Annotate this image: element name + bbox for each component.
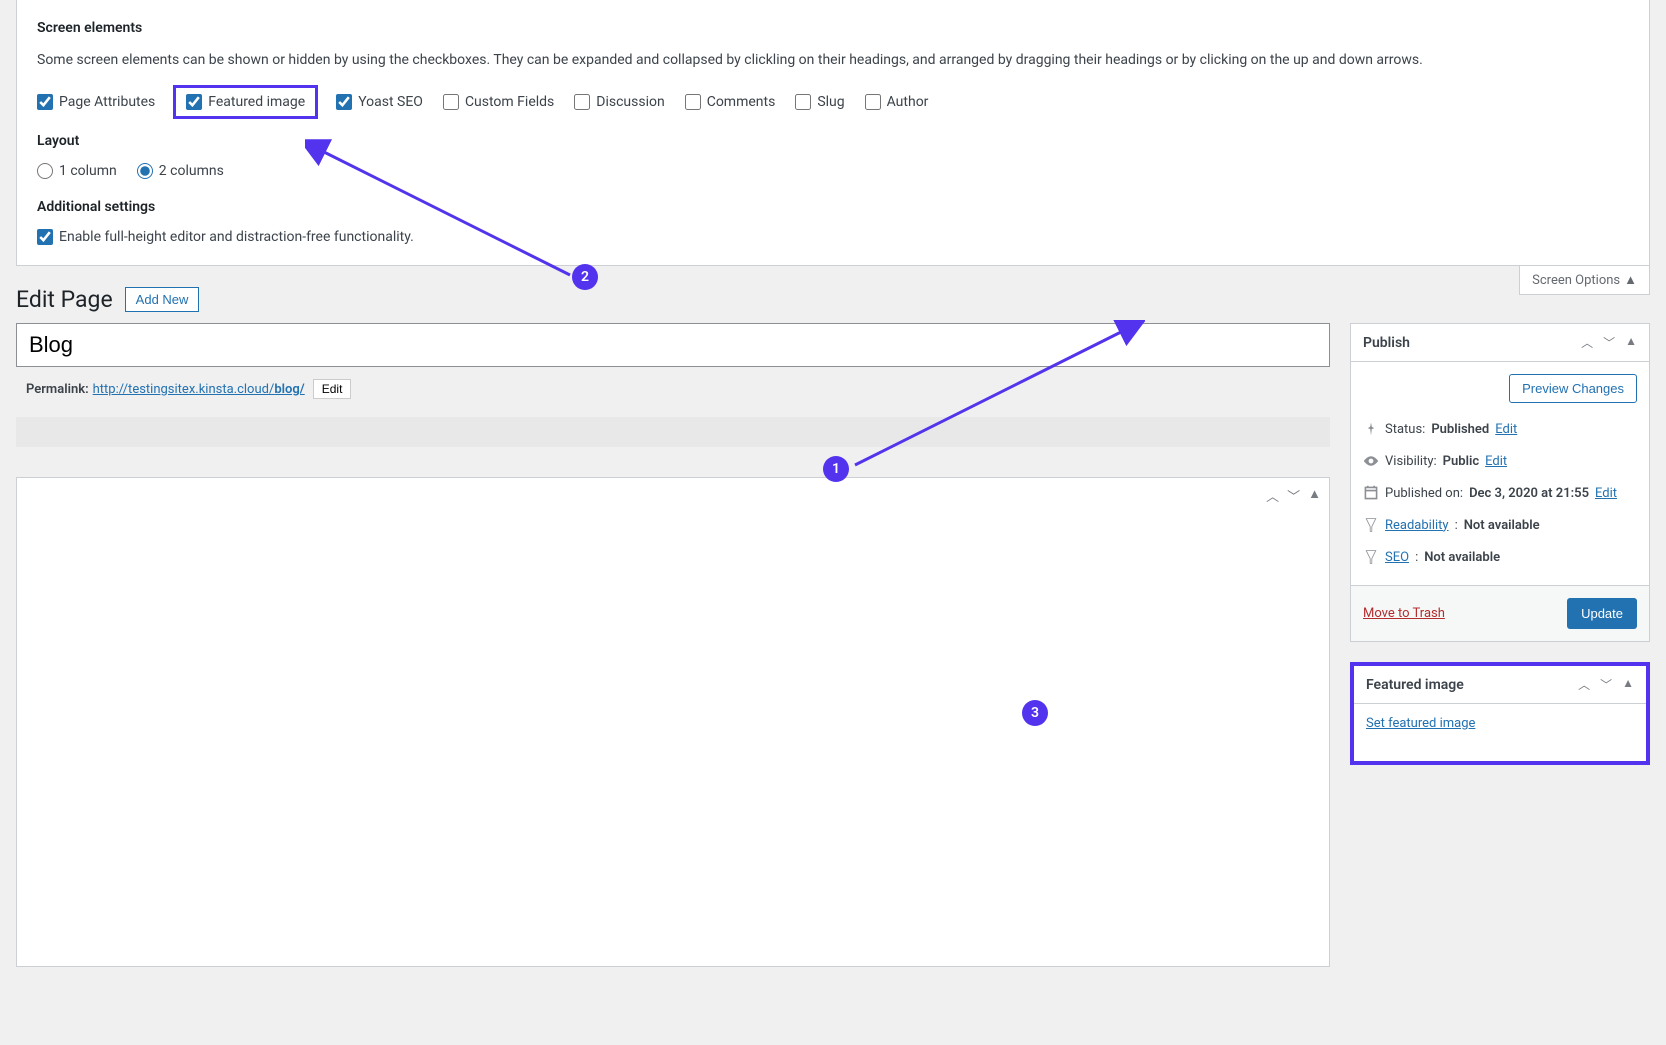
chevron-up-icon[interactable]: ︿	[1266, 486, 1279, 505]
checkbox-comments[interactable]: Comments	[685, 91, 776, 113]
main-layout: Permalink: http://testingsitex.kinsta.cl…	[16, 323, 1650, 967]
edit-visibility-link[interactable]: Edit	[1485, 454, 1507, 469]
additional-heading: Additional settings	[37, 199, 1629, 215]
screen-elements-description: Some screen elements can be shown or hid…	[37, 50, 1629, 71]
checkbox-page-attributes-input[interactable]	[37, 94, 53, 110]
caret-up-icon[interactable]: ▲	[1622, 676, 1634, 693]
visibility-row: Visibility: Public Edit	[1363, 445, 1637, 477]
publish-title: Publish	[1363, 335, 1410, 351]
publish-actions: Move to Trash Update	[1351, 585, 1649, 641]
radio-2-columns-input[interactable]	[137, 163, 153, 179]
chevron-up-icon[interactable]: ︿	[1581, 334, 1593, 351]
radio-1-column[interactable]: 1 column	[37, 163, 117, 179]
checkbox-featured-image-input[interactable]	[186, 94, 202, 110]
publish-postbox: Publish ︿ ﹀ ▲ Preview Changes Status: Pu…	[1350, 323, 1650, 642]
content-column: Permalink: http://testingsitex.kinsta.cl…	[16, 323, 1330, 967]
featured-image-postbox: Featured image ︿ ﹀ ▲ Set featured image	[1350, 662, 1650, 765]
eye-icon	[1363, 453, 1379, 469]
readability-link[interactable]: Readability	[1385, 518, 1449, 533]
chevron-up-icon[interactable]: ︿	[1578, 676, 1590, 693]
yoast-icon	[1363, 549, 1379, 565]
checkbox-discussion-input[interactable]	[574, 94, 590, 110]
set-featured-image-link[interactable]: Set featured image	[1366, 716, 1475, 731]
publish-header[interactable]: Publish ︿ ﹀ ▲	[1351, 324, 1649, 362]
page-wrap: Screen Options ▲ Edit Page Add New Perma…	[0, 266, 1666, 967]
move-to-trash-link[interactable]: Move to Trash	[1363, 606, 1445, 621]
published-on-row: Published on: Dec 3, 2020 at 21:55 Edit	[1363, 477, 1637, 509]
checkbox-yoast-seo[interactable]: Yoast SEO	[336, 91, 423, 113]
caret-up-icon: ▲	[1624, 272, 1637, 288]
screen-options-tab[interactable]: Screen Options ▲	[1519, 266, 1650, 295]
radio-1-column-input[interactable]	[37, 163, 53, 179]
status-row: Status: Published Edit	[1363, 413, 1637, 445]
readability-row: Readability: Not available	[1363, 509, 1637, 541]
edit-date-link[interactable]: Edit	[1595, 486, 1617, 501]
edit-slug-button[interactable]: Edit	[313, 379, 352, 399]
permalink-link[interactable]: http://testingsitex.kinsta.cloud/blog/	[93, 382, 305, 397]
page-title: Edit Page	[16, 286, 113, 313]
sidebar-column: Publish ︿ ﹀ ▲ Preview Changes Status: Pu…	[1350, 323, 1650, 967]
publish-body: Preview Changes Status: Published Edit V…	[1351, 362, 1649, 585]
page-title-input[interactable]	[16, 323, 1330, 367]
checkbox-author-input[interactable]	[865, 94, 881, 110]
checkbox-custom-fields[interactable]: Custom Fields	[443, 91, 554, 113]
screen-elements-heading: Screen elements	[37, 20, 1629, 36]
featured-image-title: Featured image	[1366, 677, 1464, 693]
featured-image-body: Set featured image	[1354, 704, 1646, 761]
editor-toggles: ︿ ﹀ ▲	[1266, 486, 1321, 505]
chevron-down-icon[interactable]: ﹀	[1287, 486, 1300, 505]
checkbox-featured-image[interactable]: Featured image	[186, 94, 305, 110]
update-button[interactable]: Update	[1567, 598, 1637, 629]
checkbox-discussion[interactable]: Discussion	[574, 91, 664, 113]
layout-heading: Layout	[37, 133, 1629, 149]
edit-status-link[interactable]: Edit	[1495, 422, 1517, 437]
checkbox-full-height-editor-input[interactable]	[37, 229, 53, 245]
checkbox-slug-input[interactable]	[795, 94, 811, 110]
layout-section: Layout 1 column 2 columns	[37, 133, 1629, 179]
screen-elements-checkboxes: Page Attributes Featured image Yoast SEO…	[37, 91, 1629, 113]
preview-changes-button[interactable]: Preview Changes	[1509, 374, 1637, 403]
permalink-label: Permalink:	[26, 382, 89, 397]
page-header: Edit Page Add New	[16, 266, 1650, 323]
checkbox-author[interactable]: Author	[865, 91, 929, 113]
checkbox-yoast-seo-input[interactable]	[336, 94, 352, 110]
checkbox-page-attributes[interactable]: Page Attributes	[37, 91, 155, 113]
annotation-highlight-featured-image: Featured image	[173, 85, 318, 119]
checkbox-comments-input[interactable]	[685, 94, 701, 110]
caret-up-icon[interactable]: ▲	[1625, 334, 1637, 351]
checkbox-full-height-editor[interactable]: Enable full-height editor and distractio…	[37, 229, 414, 245]
checkbox-slug[interactable]: Slug	[795, 91, 844, 113]
seo-link[interactable]: SEO	[1385, 550, 1409, 565]
chevron-down-icon[interactable]: ﹀	[1600, 676, 1612, 693]
annotation-badge-2: 2	[572, 264, 598, 290]
permalink-row: Permalink: http://testingsitex.kinsta.cl…	[16, 367, 1330, 411]
seo-row: SEO: Not available	[1363, 541, 1637, 573]
radio-2-columns[interactable]: 2 columns	[137, 163, 224, 179]
annotation-badge-3: 3	[1022, 700, 1048, 726]
additional-settings-section: Additional settings Enable full-height e…	[37, 199, 1629, 245]
calendar-icon	[1363, 485, 1379, 501]
chevron-down-icon[interactable]: ﹀	[1603, 334, 1615, 351]
caret-up-icon[interactable]: ▲	[1308, 486, 1321, 505]
annotation-badge-1: 1	[823, 456, 849, 482]
checkbox-custom-fields-input[interactable]	[443, 94, 459, 110]
featured-image-header[interactable]: Featured image ︿ ﹀ ▲	[1354, 666, 1646, 704]
screen-options-panel: Screen elements Some screen elements can…	[16, 0, 1650, 266]
add-new-button[interactable]: Add New	[125, 287, 200, 312]
toolbar-placeholder	[16, 417, 1330, 447]
editor-box[interactable]: ︿ ﹀ ▲	[16, 477, 1330, 967]
yoast-icon	[1363, 517, 1379, 533]
pin-icon	[1363, 421, 1379, 437]
